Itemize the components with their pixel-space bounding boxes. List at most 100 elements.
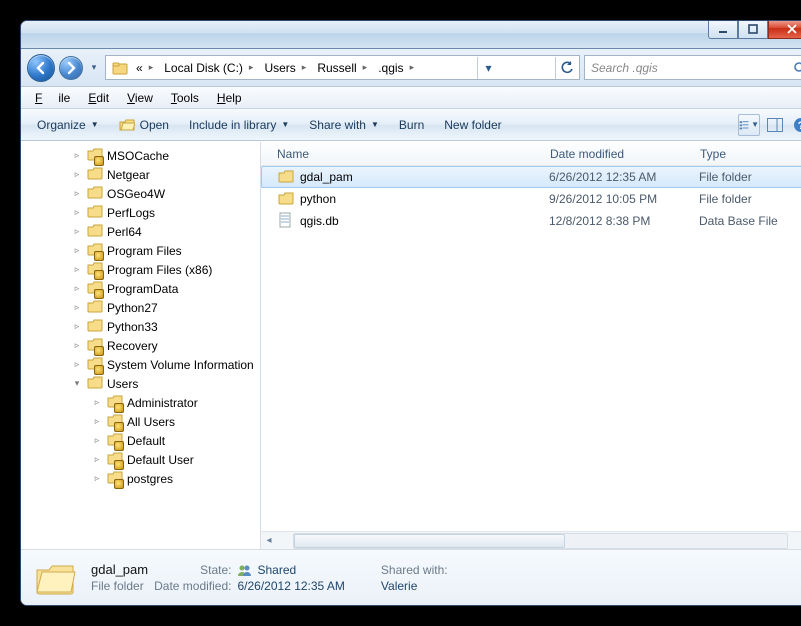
scroll-track[interactable] [293,533,788,549]
tree-twist-icon[interactable]: ▹ [71,302,83,313]
tree-item-label: Administrator [127,396,198,410]
tree-item[interactable]: ▹ postgres [21,469,260,488]
view-mode-button[interactable]: ▼ [738,114,760,136]
maximize-button[interactable] [738,20,768,39]
tree-twist-icon[interactable]: ▹ [71,150,83,161]
tree-item[interactable]: ▹ Perl64 [21,222,260,241]
tree-item[interactable]: ▹ Default User [21,450,260,469]
go-dropdown[interactable]: ▾ [477,57,499,79]
breadcrumb-overflow[interactable]: « ▸ [132,56,160,79]
col-name[interactable]: Name [277,147,550,161]
tree-twist-icon[interactable]: ▹ [91,416,103,427]
refresh-button[interactable] [555,57,577,79]
menu-help[interactable]: Help [209,89,250,107]
menu-tools[interactable]: Tools [163,89,207,107]
open-button[interactable]: Open [111,114,177,136]
locked-folder-icon [87,241,103,260]
tree-item-label: Python33 [107,320,158,334]
burn-button[interactable]: Burn [391,115,432,135]
tree-item[interactable]: ▹ Netgear [21,165,260,184]
window-controls [708,20,801,39]
toolbar: Organize▼ Open Include in library▼ Share… [21,109,801,141]
tree-twist-icon[interactable]: ▹ [71,321,83,332]
back-button[interactable] [27,54,55,82]
details-state-key: State: [154,563,231,577]
file-row[interactable]: python 9/26/2012 10:05 PM File folder [261,188,801,210]
tree-twist-icon[interactable]: ▹ [71,283,83,294]
menu-file[interactable]: File [27,89,78,107]
file-date: 12/8/2012 8:38 PM [549,214,699,228]
column-headers[interactable]: Name Date modified Type [261,142,801,166]
tree-item[interactable]: ▹ Recovery [21,336,260,355]
close-button[interactable] [768,20,801,39]
scroll-thumb[interactable] [294,534,565,548]
tree-item[interactable]: ▹ All Users [21,412,260,431]
file-rows[interactable]: gdal_pam 6/26/2012 12:35 AM File folderp… [261,166,801,531]
tree-item[interactable]: ▹ Default [21,431,260,450]
breadcrumb-seg-0[interactable]: Local Disk (C:)▸ [160,56,260,79]
breadcrumb[interactable]: « ▸ Local Disk (C:)▸ Users▸ Russell▸ .qg… [105,55,580,80]
file-row[interactable]: qgis.db 12/8/2012 8:38 PM Data Base File [261,210,801,232]
col-date[interactable]: Date modified [550,147,700,161]
history-dropdown[interactable]: ▾ [87,57,101,79]
breadcrumb-seg-1[interactable]: Users▸ [260,56,313,79]
preview-pane-button[interactable] [764,114,786,136]
horizontal-scrollbar[interactable]: ◂ ▸ [261,531,801,549]
include-library-button[interactable]: Include in library▼ [181,115,297,135]
minimize-button[interactable] [708,20,738,39]
tree-item[interactable]: ▹ PerfLogs [21,203,260,222]
tree-twist-icon[interactable]: ▹ [91,473,103,484]
file-row[interactable]: gdal_pam 6/26/2012 12:35 AM File folder [261,166,801,188]
shared-icon [237,564,253,576]
tree-item[interactable]: ▹ Program Files (x86) [21,260,260,279]
details-mod-key: Date modified: [154,579,231,593]
tree-item-label: MSOCache [107,149,169,163]
tree-item[interactable]: ▹ MSOCache [21,146,260,165]
tree-item[interactable]: ▹ Administrator [21,393,260,412]
tree-item[interactable]: ▹ System Volume Information [21,355,260,374]
details-mod-val: 6/26/2012 12:35 AM [237,579,344,593]
tree-twist-icon[interactable]: ▹ [71,359,83,370]
tree-item-label: Default [127,434,165,448]
tree-twist-icon[interactable]: ▹ [71,169,83,180]
explorer-window: ▾ « ▸ Local Disk (C:)▸ Users▸ Russell▸ .… [20,20,801,606]
file-icon [278,212,294,231]
tree-twist-icon[interactable]: ▹ [71,188,83,199]
tree-twist-icon[interactable]: ▹ [71,264,83,275]
tree-item-label: All Users [127,415,175,429]
file-date: 9/26/2012 10:05 PM [549,192,699,206]
tree-item[interactable]: ▹ Python27 [21,298,260,317]
scroll-left-icon[interactable]: ◂ [261,535,277,546]
tree-twist-icon[interactable]: ▹ [71,207,83,218]
new-folder-button[interactable]: New folder [436,115,509,135]
folder-icon [87,317,103,336]
search-input[interactable]: Search .qgis [584,55,801,80]
tree-twist-icon[interactable]: ▹ [71,340,83,351]
menu-view[interactable]: View [119,89,161,107]
tree-twist-icon[interactable]: ▹ [71,245,83,256]
share-with-button[interactable]: Share with▼ [301,115,387,135]
tree-twist-icon[interactable]: ▹ [91,454,103,465]
locked-folder-icon [107,393,123,412]
tree-item[interactable]: ▹ OSGeo4W [21,184,260,203]
tree-item[interactable]: ▹ Python33 [21,317,260,336]
help-button[interactable]: ? [790,114,801,136]
tree-twist-icon[interactable]: ▹ [91,435,103,446]
tree-twist-icon[interactable]: ▹ [71,226,83,237]
col-type[interactable]: Type [700,147,801,161]
tree-twist-icon[interactable]: ▹ [91,397,103,408]
organize-button[interactable]: Organize▼ [29,115,107,135]
folder-tree[interactable]: ▹ MSOCache▹ Netgear▹ OSGeo4W▹ PerfLogs▹ … [21,142,261,549]
details-sharedwith-val: Valerie [351,579,448,593]
tree-item[interactable]: ▹ ProgramData [21,279,260,298]
tree-item[interactable]: ▾ Users [21,374,260,393]
breadcrumb-root[interactable] [108,56,132,79]
file-list: Name Date modified Type gdal_pam 6/26/20… [261,142,801,549]
breadcrumb-seg-3[interactable]: .qgis▸ [374,56,421,79]
tree-item[interactable]: ▹ Program Files [21,241,260,260]
forward-button[interactable] [59,56,83,80]
tree-twist-icon[interactable]: ▾ [71,378,83,389]
menu-edit[interactable]: Edit [80,89,117,107]
breadcrumb-seg-2[interactable]: Russell▸ [313,56,374,79]
details-name: gdal_pam [91,562,148,577]
